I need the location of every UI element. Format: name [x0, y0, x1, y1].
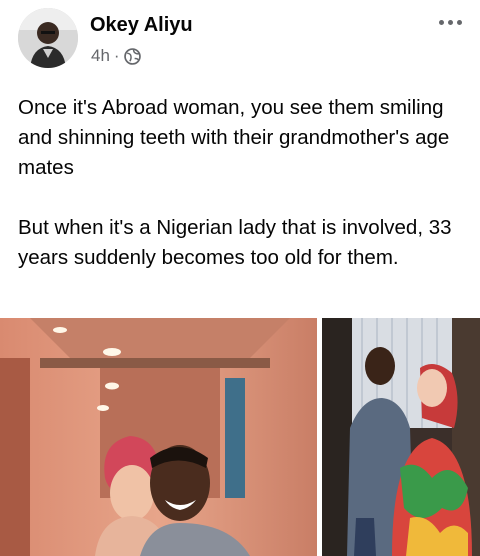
post-photo-2[interactable]	[322, 318, 480, 556]
post-meta: 4h ·	[91, 46, 141, 66]
author-avatar[interactable]	[18, 8, 78, 68]
post-header: Okey Aliyu 4h ·	[0, 0, 480, 80]
photo-grid	[0, 318, 480, 556]
post-paragraph: Once it's Abroad woman, you see them smi…	[18, 96, 455, 179]
post-paragraph: But when it's a Nigerian lady that is in…	[18, 216, 458, 269]
meta-separator: ·	[113, 46, 120, 65]
post-text: Once it's Abroad woman, you see them smi…	[18, 93, 468, 273]
post-photo-1[interactable]	[0, 318, 317, 556]
globe-icon	[123, 47, 141, 65]
author-name[interactable]: Okey Aliyu	[90, 14, 193, 37]
more-options-icon[interactable]	[432, 14, 468, 30]
post-time[interactable]: 4h	[91, 46, 110, 66]
